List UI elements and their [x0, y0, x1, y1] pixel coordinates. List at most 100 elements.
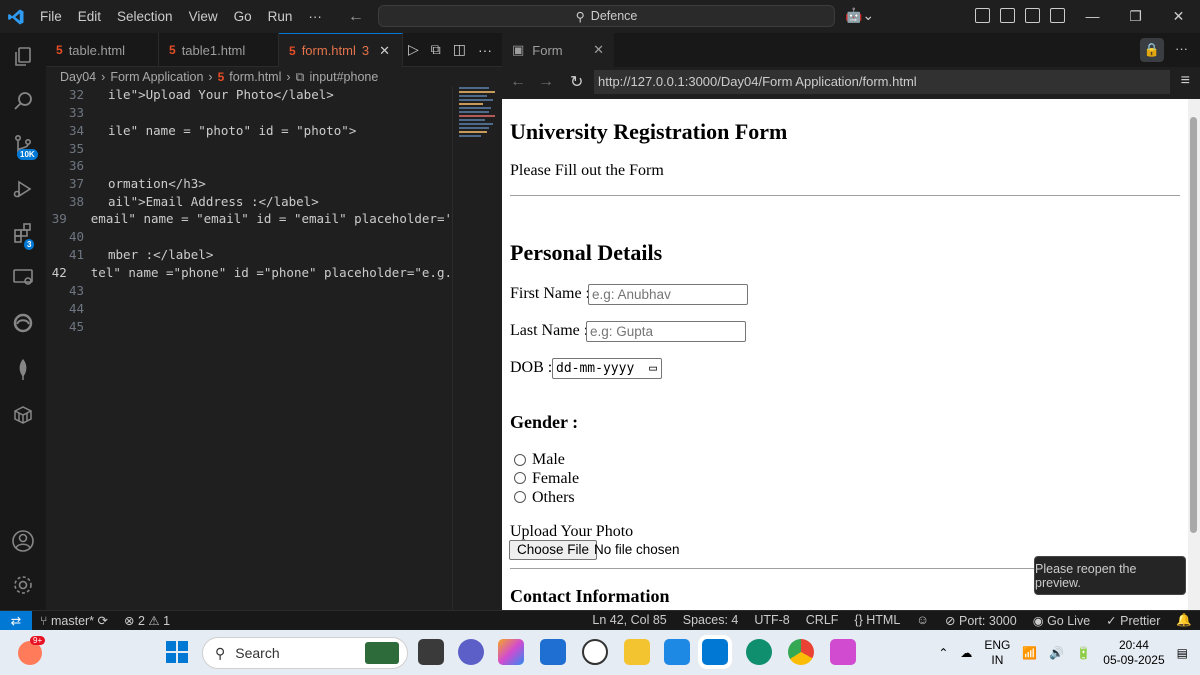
wifi-icon[interactable]: 📶 — [1022, 646, 1037, 660]
notification-center-icon[interactable]: ▤ — [1177, 646, 1188, 660]
cursor-position[interactable]: Ln 42, Col 85 — [584, 613, 674, 628]
show-hidden-icons-icon[interactable]: ⌃ — [938, 646, 948, 660]
edge-icon[interactable] — [746, 639, 772, 665]
split-editor-icon[interactable]: ◫ — [453, 41, 466, 58]
language-indicator[interactable]: ENG IN — [984, 638, 1010, 668]
search-icon[interactable] — [0, 79, 46, 123]
reload-icon[interactable]: ↻ — [570, 72, 583, 92]
notifications-bell-icon[interactable]: 🔔 — [1168, 613, 1200, 628]
reopen-preview-toast[interactable]: Please reopen the preview. — [1034, 556, 1186, 595]
containers-icon[interactable] — [0, 393, 46, 437]
language-mode[interactable]: {} HTML — [846, 613, 908, 628]
preview-scrollbar[interactable] — [1188, 99, 1200, 610]
no-file-text: No file chosen — [594, 542, 680, 557]
copilot-icon[interactable]: 🤖⌄ — [845, 7, 874, 24]
extensions-icon[interactable]: 3 — [0, 211, 46, 255]
tab-table1-html[interactable]: 5 table1.html — [159, 33, 279, 67]
app-icon[interactable] — [830, 639, 856, 665]
menu-go[interactable]: Go — [226, 9, 260, 24]
customize-layout-icon[interactable] — [975, 8, 990, 23]
source-control-icon[interactable]: 10K — [0, 123, 46, 167]
minimize-icon[interactable]: — — [1071, 0, 1114, 33]
git-branch[interactable]: ⑂ master* ⟳ — [32, 613, 116, 628]
microsoft-store-icon[interactable] — [540, 639, 566, 665]
close-icon[interactable]: ✕ — [1157, 0, 1200, 33]
edge-devtools-icon[interactable] — [0, 301, 46, 345]
vscode-taskbar-icon[interactable] — [702, 639, 728, 665]
last-name-input[interactable]: e.g: Gupta — [586, 321, 746, 342]
restore-icon[interactable]: ❐ — [1114, 0, 1157, 33]
tab-table-html[interactable]: 5 table.html — [46, 33, 159, 67]
line-ending[interactable]: CRLF — [798, 613, 847, 628]
browser-back-icon[interactable]: ← — [510, 73, 526, 91]
taskbar-search[interactable]: ⚲ Search — [202, 637, 408, 669]
close-tab-icon[interactable]: ✕ — [379, 43, 390, 59]
teams-chat-icon[interactable] — [458, 639, 484, 665]
menu-file[interactable]: File — [32, 9, 70, 24]
scrollbar-thumb[interactable] — [1190, 117, 1197, 533]
back-arrow-icon[interactable]: ← — [348, 8, 364, 26]
command-center-search[interactable]: ⚲ Defence — [378, 5, 835, 27]
accounts-icon[interactable] — [0, 519, 46, 563]
remote-indicator-icon[interactable]: ⇄ — [0, 610, 32, 631]
tab-form-html[interactable]: 5 form.html 3 ✕ — [279, 33, 403, 67]
copilot-app-icon[interactable] — [498, 639, 524, 665]
menu-run[interactable]: Run — [260, 9, 301, 24]
task-view-icon[interactable] — [418, 639, 444, 665]
radio-female[interactable] — [514, 472, 526, 484]
app-icon[interactable] — [664, 639, 690, 665]
code-editor[interactable]: 32 ile">Upload Your Photo</label> 33 34 il… — [46, 87, 452, 610]
menu-selection[interactable]: Selection — [109, 9, 181, 24]
choose-file-button[interactable]: Choose File — [509, 540, 598, 560]
tab-form-preview[interactable]: ▣ Form ✕ — [502, 33, 614, 67]
problems-indicator[interactable]: ⊗ 2 ⚠ 1 — [116, 613, 178, 628]
indentation[interactable]: Spaces: 4 — [675, 613, 747, 628]
run-icon[interactable]: ▷ — [408, 41, 419, 58]
url-bar[interactable]: http://127.0.0.1:3000/Day04/Form Applica… — [594, 70, 1170, 94]
settings-gear-icon[interactable] — [0, 563, 46, 607]
close-tab-icon[interactable]: ✕ — [593, 42, 604, 58]
first-name-input[interactable]: e.g: Anubhav — [588, 284, 748, 305]
minimap[interactable] — [452, 87, 502, 610]
chrome-icon[interactable] — [788, 639, 814, 665]
onedrive-cloud-icon[interactable]: ☁ — [960, 646, 972, 660]
file-explorer-icon[interactable] — [624, 639, 650, 665]
mongodb-icon[interactable] — [0, 347, 46, 391]
run-debug-icon[interactable] — [0, 167, 46, 211]
radio-others[interactable] — [514, 491, 526, 503]
open-preview-icon[interactable]: ⧉ — [431, 41, 441, 58]
toggle-secondary-sidebar-icon[interactable] — [1050, 8, 1065, 23]
prettier-status[interactable]: ✓ Prettier — [1098, 613, 1168, 628]
dell-app-icon[interactable] — [582, 639, 608, 665]
browser-forward-icon[interactable]: → — [538, 73, 554, 91]
start-windows-icon[interactable] — [166, 641, 188, 663]
breadcrumb-symbol[interactable]: input#phone — [309, 70, 378, 84]
calendar-icon[interactable]: ▭ — [649, 359, 657, 378]
browser-menu-icon[interactable]: ≡ — [1181, 72, 1190, 90]
breadcrumb-folder[interactable]: Day04 — [60, 70, 96, 84]
breadcrumb-file[interactable]: form.html — [229, 70, 281, 84]
menu-edit[interactable]: Edit — [70, 9, 109, 24]
live-server-port[interactable]: ⊘ Port: 3000 — [937, 613, 1025, 628]
menu-view[interactable]: View — [181, 9, 226, 24]
toggle-panel-icon[interactable] — [1025, 8, 1040, 23]
volume-icon[interactable]: 🔊 — [1049, 646, 1064, 660]
battery-icon[interactable]: 🔋 — [1076, 646, 1091, 660]
dob-input[interactable]: dd-mm-yyyy ▭ — [552, 358, 662, 379]
lock-group-icon[interactable]: 🔒 — [1140, 38, 1164, 62]
clock[interactable]: 20:44 05-09-2025 — [1103, 638, 1164, 668]
code-text: mber :</label> — [108, 247, 214, 262]
encoding[interactable]: UTF-8 — [746, 613, 797, 628]
go-live-button[interactable]: ◉ Go Live — [1025, 613, 1098, 628]
radio-male[interactable] — [514, 454, 526, 466]
menu-more[interactable]: ··· — [300, 9, 330, 24]
explorer-icon[interactable] — [0, 35, 46, 79]
chevron-right-icon: › — [101, 70, 106, 84]
copilot-status-icon[interactable]: ☺ — [908, 613, 937, 628]
more-actions-icon[interactable]: ··· — [478, 42, 492, 58]
more-actions-icon[interactable]: ··· — [1175, 41, 1188, 56]
breadcrumb-folder[interactable]: Form Application — [110, 70, 203, 84]
toggle-primary-sidebar-icon[interactable] — [1000, 8, 1015, 23]
remote-explorer-icon[interactable] — [0, 255, 46, 299]
browser-icon: ▣ — [512, 42, 525, 57]
